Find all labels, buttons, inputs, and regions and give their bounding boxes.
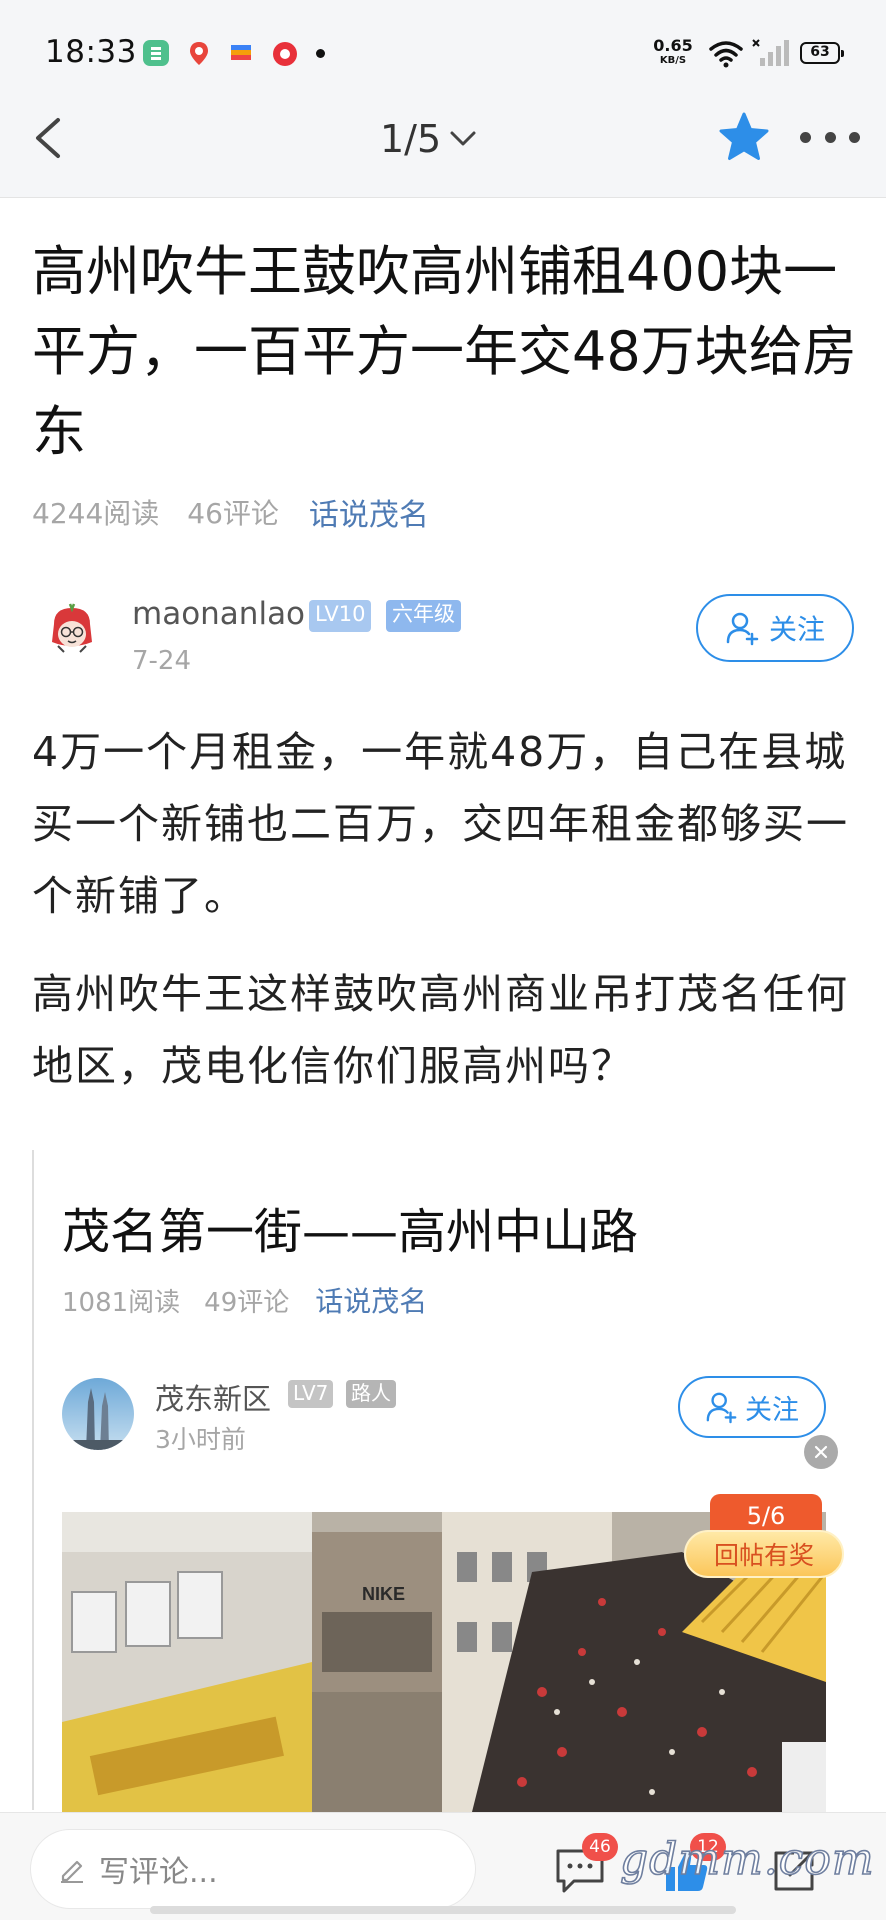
add-user-icon [726, 612, 759, 646]
comment-button[interactable]: 46 [554, 1833, 618, 1897]
chevron-down-icon [450, 131, 476, 146]
comment-count: 49评论 [204, 1287, 290, 1318]
pager-label: 1/5 [380, 117, 442, 161]
notification-dot [316, 49, 325, 58]
red-record-icon [271, 40, 297, 66]
comment-placeholder: 写评论... [99, 1855, 218, 1890]
comment-count-badge: 46 [582, 1833, 618, 1861]
post-date: 7-24 [132, 646, 192, 676]
quoted-post-title[interactable]: 茂名第一街——高州中山路 [62, 1192, 638, 1262]
follow-button[interactable]: 关注 [696, 594, 854, 662]
net-speed-unit: KB/S [659, 55, 687, 66]
more-dot [849, 131, 860, 143]
chevron-left-icon [36, 118, 60, 158]
reward-label: 回帖有奖 [684, 1530, 844, 1578]
comment-input[interactable]: 写评论... [30, 1829, 476, 1909]
home-indicator [150, 1906, 736, 1914]
quoted-author-avatar[interactable] [62, 1378, 134, 1450]
add-user-icon [706, 1392, 737, 1424]
body-paragraph: 高州吹牛王这样鼓吹高州商业吊打茂名任何地区，茂电化信你们服高州吗？ [32, 970, 849, 1090]
net-speed: 0.65 KB/S [650, 38, 696, 66]
page-switcher[interactable]: 1/5 [380, 114, 477, 164]
pencil-icon [61, 1860, 83, 1883]
shop-sign: NIKE [362, 1584, 405, 1604]
follow-label: 关注 [768, 613, 825, 646]
quoted-author-name[interactable]: 茂东新区 [155, 1376, 271, 1418]
quoted-post-meta: 1081阅读 49评论 话说茂名 [62, 1280, 427, 1320]
read-count: 4244阅读 [32, 497, 160, 530]
body-paragraph: 4万一个月租金，一年就48万，自己在县城买一个新铺也二百万，交四年租金都够买一个… [32, 728, 849, 920]
colorful-app-icon [228, 40, 254, 66]
watermark: gdmm.com [619, 1833, 875, 1886]
article-meta: 4244阅读 46评论 话说茂名 [32, 490, 429, 534]
signal-icon [752, 39, 789, 66]
level-badge: LV7 [288, 1380, 334, 1408]
close-icon[interactable] [804, 1435, 838, 1469]
grade-badge: 六年级 [386, 600, 461, 632]
follow-label: 关注 [745, 1394, 799, 1426]
quote-divider [32, 1150, 34, 1810]
more-dot [800, 131, 811, 143]
follow-button[interactable]: 关注 [678, 1376, 826, 1438]
forum-link[interactable]: 话说茂名 [315, 1280, 427, 1320]
nav-bar: 1/5 [0, 78, 886, 198]
read-count: 1081阅读 [62, 1287, 181, 1318]
reward-card[interactable]: 5/6 回帖有奖 [684, 1494, 844, 1580]
app-green-icon [143, 40, 169, 66]
status-bar: 18:33 0.65 KB/S 63 [0, 0, 886, 78]
level-badge: LV10 [309, 600, 372, 632]
wifi-icon [709, 41, 743, 68]
quoted-post-time: 3小时前 [155, 1425, 246, 1454]
status-time: 18:33 [45, 34, 137, 70]
grade-badge: 路人 [346, 1380, 396, 1408]
article-title: 高州吹牛王鼓吹高州铺租400块一平方，一百平方一年交48万块给房东 [32, 240, 857, 463]
favorite-button[interactable] [716, 110, 772, 166]
battery-icon: 63 [800, 42, 844, 64]
net-speed-value: 0.65 [653, 36, 693, 55]
back-button[interactable] [22, 108, 82, 168]
author-name[interactable]: maonanlao [132, 596, 305, 632]
star-icon [719, 112, 769, 160]
more-icon[interactable] [800, 126, 860, 148]
comment-count: 46评论 [187, 497, 279, 530]
more-dot [824, 131, 836, 143]
forum-link[interactable]: 话说茂名 [309, 490, 429, 534]
avatar[interactable] [40, 598, 104, 662]
map-pin-icon [186, 40, 212, 66]
